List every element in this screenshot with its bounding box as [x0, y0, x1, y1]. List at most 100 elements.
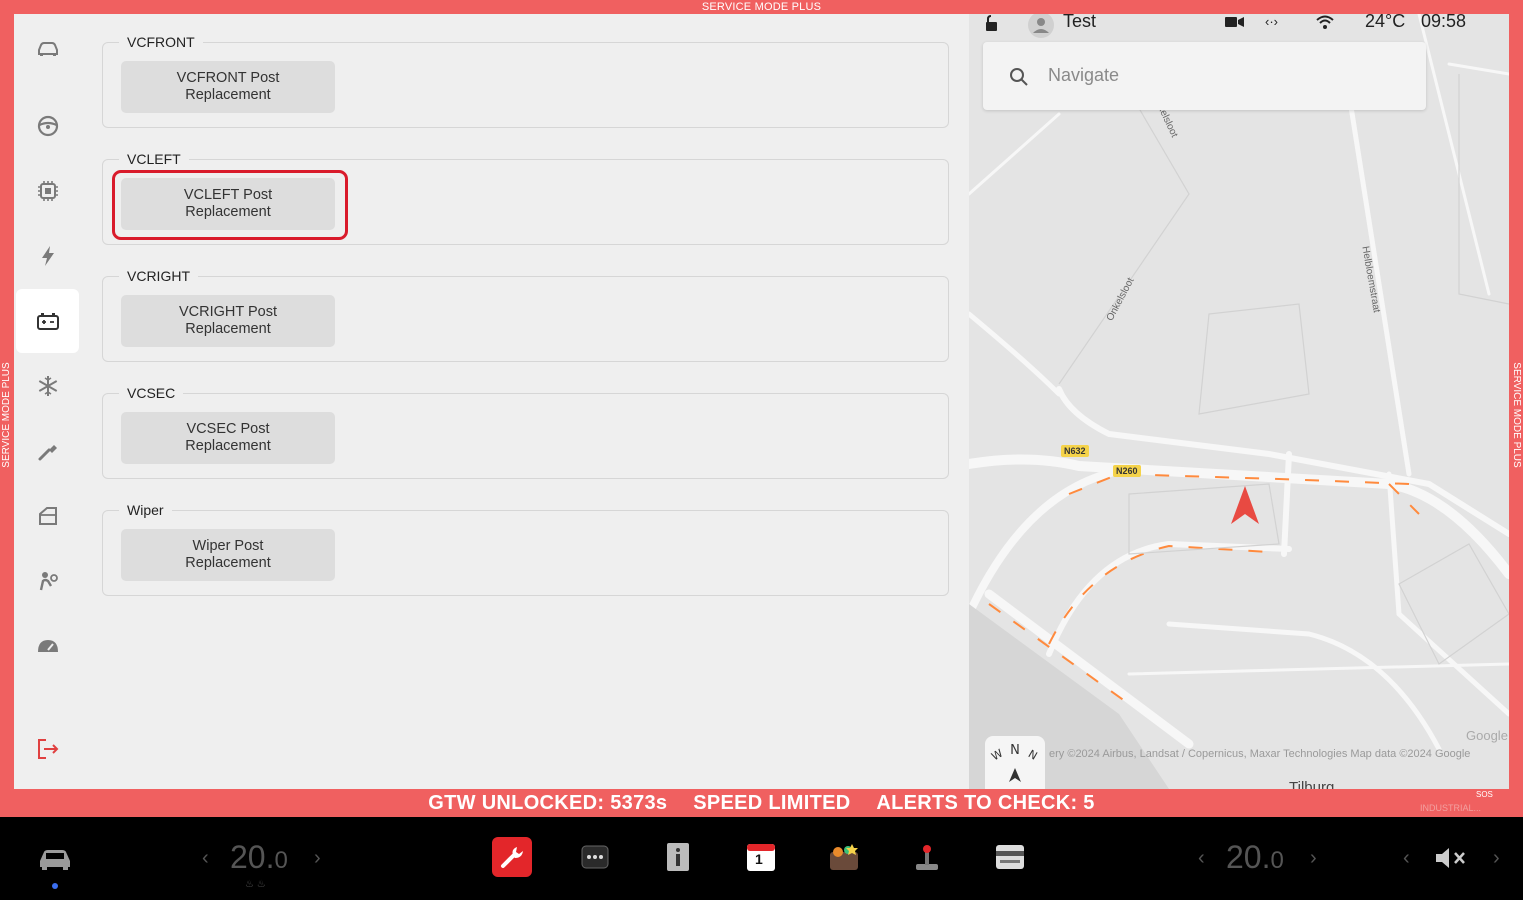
sidebar-item-driving[interactable]: [16, 94, 79, 158]
sidebar-item-body[interactable]: [16, 484, 79, 548]
map-roads: [969, 14, 1509, 789]
manual-icon: [667, 843, 689, 871]
calendar-app-button[interactable]: 1: [741, 837, 781, 877]
manual-app-button[interactable]: [658, 837, 698, 877]
profile-name[interactable]: Test: [1063, 14, 1096, 32]
road-tag: N260: [1113, 465, 1141, 477]
section-wiper: Wiper Wiper Post Replacement: [102, 501, 949, 596]
wiper-post-replacement-button[interactable]: Wiper Post Replacement: [121, 529, 335, 581]
chip-icon: [37, 181, 58, 201]
alerts-count[interactable]: ALERTS TO CHECK: 5: [876, 792, 1094, 814]
section-label: VCLEFT: [119, 150, 189, 168]
more-apps-button[interactable]: [575, 837, 615, 877]
section-vcsec: VCSEC VCSEC Post Replacement: [102, 384, 949, 479]
status-bar: Test ‹·› 24°C 09:58: [969, 14, 1509, 42]
section-label: VCFRONT: [119, 33, 203, 51]
wrench-tool-icon: [38, 445, 57, 461]
city-label: Tilburg: [1289, 779, 1335, 789]
svg-text:N: N: [1010, 743, 1020, 758]
connection-dot: [52, 883, 58, 889]
calendar-day: 1: [755, 851, 763, 867]
section-vcright: VCRIGHT VCRIGHT Post Replacement: [102, 267, 949, 362]
map-panel[interactable]: Onkelsloot Onkelsloot Helbloemstraat N63…: [969, 14, 1509, 789]
sidebar-item-tools[interactable]: [16, 419, 79, 483]
wallet-app-button[interactable]: [990, 837, 1030, 877]
lightning-icon: [41, 246, 54, 266]
service-mode-banner-top: SERVICE MODE PLUS: [701, 1, 822, 13]
car-icon: [37, 42, 58, 56]
service-app-button[interactable]: [492, 837, 532, 877]
profile-icon[interactable]: [1027, 14, 1055, 39]
gauge-icon: [37, 640, 58, 652]
sidebar-item-safety[interactable]: [16, 549, 79, 613]
section-vcfront: VCFRONT VCFRONT Post Replacement: [102, 33, 949, 128]
svg-text:N: N: [1026, 747, 1040, 762]
section-label: VCRIGHT: [119, 267, 198, 285]
snowflake-icon: [38, 376, 57, 396]
dashcam-icon[interactable]: [1225, 15, 1245, 29]
connectivity-icon[interactable]: ‹·›: [1265, 14, 1278, 29]
joystick-icon: [916, 845, 938, 870]
google-logo: Google: [1466, 728, 1508, 743]
sidebar-item-vehicle[interactable]: [16, 16, 79, 80]
left-temp-up-chevron-icon[interactable]: ›: [314, 847, 321, 870]
navigate-search[interactable]: Navigate: [983, 42, 1426, 110]
alert-bar: GTW UNLOCKED: 5373s SPEED LIMITED ALERTS…: [0, 789, 1523, 817]
sidebar: [14, 14, 80, 789]
car-icon[interactable]: [36, 843, 74, 873]
right-temp-down-chevron-icon[interactable]: ‹: [1198, 847, 1205, 870]
right-temp-up-chevron-icon[interactable]: ›: [1310, 847, 1317, 870]
vehicle-position-marker: [1231, 486, 1259, 524]
gtw-status: GTW UNLOCKED: 5373s: [428, 792, 668, 814]
volume-muted-icon[interactable]: [1434, 847, 1468, 869]
volume-down-chevron-icon[interactable]: ‹: [1403, 847, 1410, 870]
battery-icon: [36, 313, 59, 330]
compass-button[interactable]: N W N: [985, 736, 1045, 789]
passenger-temperature[interactable]: 20.0: [1226, 839, 1284, 876]
vcright-post-replacement-button[interactable]: VCRIGHT Post Replacement: [121, 295, 335, 347]
sidebar-item-battery[interactable]: [16, 289, 79, 353]
more-icon: [581, 845, 609, 869]
sidebar-item-power[interactable]: [16, 224, 79, 288]
service-wrench-icon: [501, 847, 523, 868]
sidebar-item-computers[interactable]: [16, 159, 79, 223]
sos-label[interactable]: SOS: [1476, 790, 1493, 799]
toybox-app-button[interactable]: [824, 837, 864, 877]
sidebar-item-performance[interactable]: [16, 614, 79, 678]
clock: 09:58: [1421, 14, 1467, 31]
search-input[interactable]: Navigate: [1048, 65, 1119, 86]
road-tag: N632: [1061, 445, 1089, 457]
exit-icon: [37, 739, 58, 759]
taskbar: ‹ 20.0 › ♨ ♨ 1 ‹ 20.0 › ‹ ›: [0, 817, 1523, 900]
section-label: Wiper: [119, 501, 172, 519]
svg-text:W: W: [989, 747, 1005, 764]
speed-status: SPEED LIMITED: [693, 792, 851, 814]
main-screen: VCFRONT VCFRONT Post Replacement VCLEFT …: [14, 14, 1509, 789]
sidebar-item-exit[interactable]: [16, 717, 79, 781]
arcade-app-button[interactable]: [907, 837, 947, 877]
vcfront-post-replacement-button[interactable]: VCFRONT Post Replacement: [121, 61, 335, 113]
sidebar-item-thermal[interactable]: [16, 354, 79, 418]
door-icon: [38, 507, 57, 525]
service-mode-banner-left: SERVICE MODE PLUS: [1, 362, 12, 468]
card-icon: [996, 845, 1024, 869]
industrial-label: INDUSTRIAL...: [1420, 803, 1482, 813]
lock-open-icon[interactable]: [983, 14, 1001, 32]
outside-temperature: 24°C: [1365, 14, 1406, 31]
section-label: VCSEC: [119, 384, 184, 402]
volume-up-chevron-icon[interactable]: ›: [1493, 847, 1500, 870]
service-mode-banner-right: SERVICE MODE PLUS: [1511, 362, 1522, 468]
driver-temperature[interactable]: 20.0: [230, 839, 288, 876]
left-temp-down-chevron-icon[interactable]: ‹: [202, 847, 209, 870]
seat-heater-icon[interactable]: ♨ ♨: [245, 879, 266, 890]
wifi-icon[interactable]: [1315, 14, 1335, 30]
search-icon: [1010, 68, 1028, 86]
vcsec-post-replacement-button[interactable]: VCSEC Post Replacement: [121, 412, 335, 464]
service-mode-screen: SERVICE MODE PLUS SERVICE MODE PLUS SERV…: [0, 0, 1523, 900]
steering-wheel-icon: [37, 115, 58, 137]
toybox-icon: [830, 844, 858, 870]
map-attribution: ery ©2024 Airbus, Landsat / Copernicus, …: [1049, 748, 1471, 760]
highlight-box: [112, 170, 348, 240]
airbag-icon: [39, 572, 58, 591]
replacement-sections: VCFRONT VCFRONT Post Replacement VCLEFT …: [102, 14, 949, 789]
